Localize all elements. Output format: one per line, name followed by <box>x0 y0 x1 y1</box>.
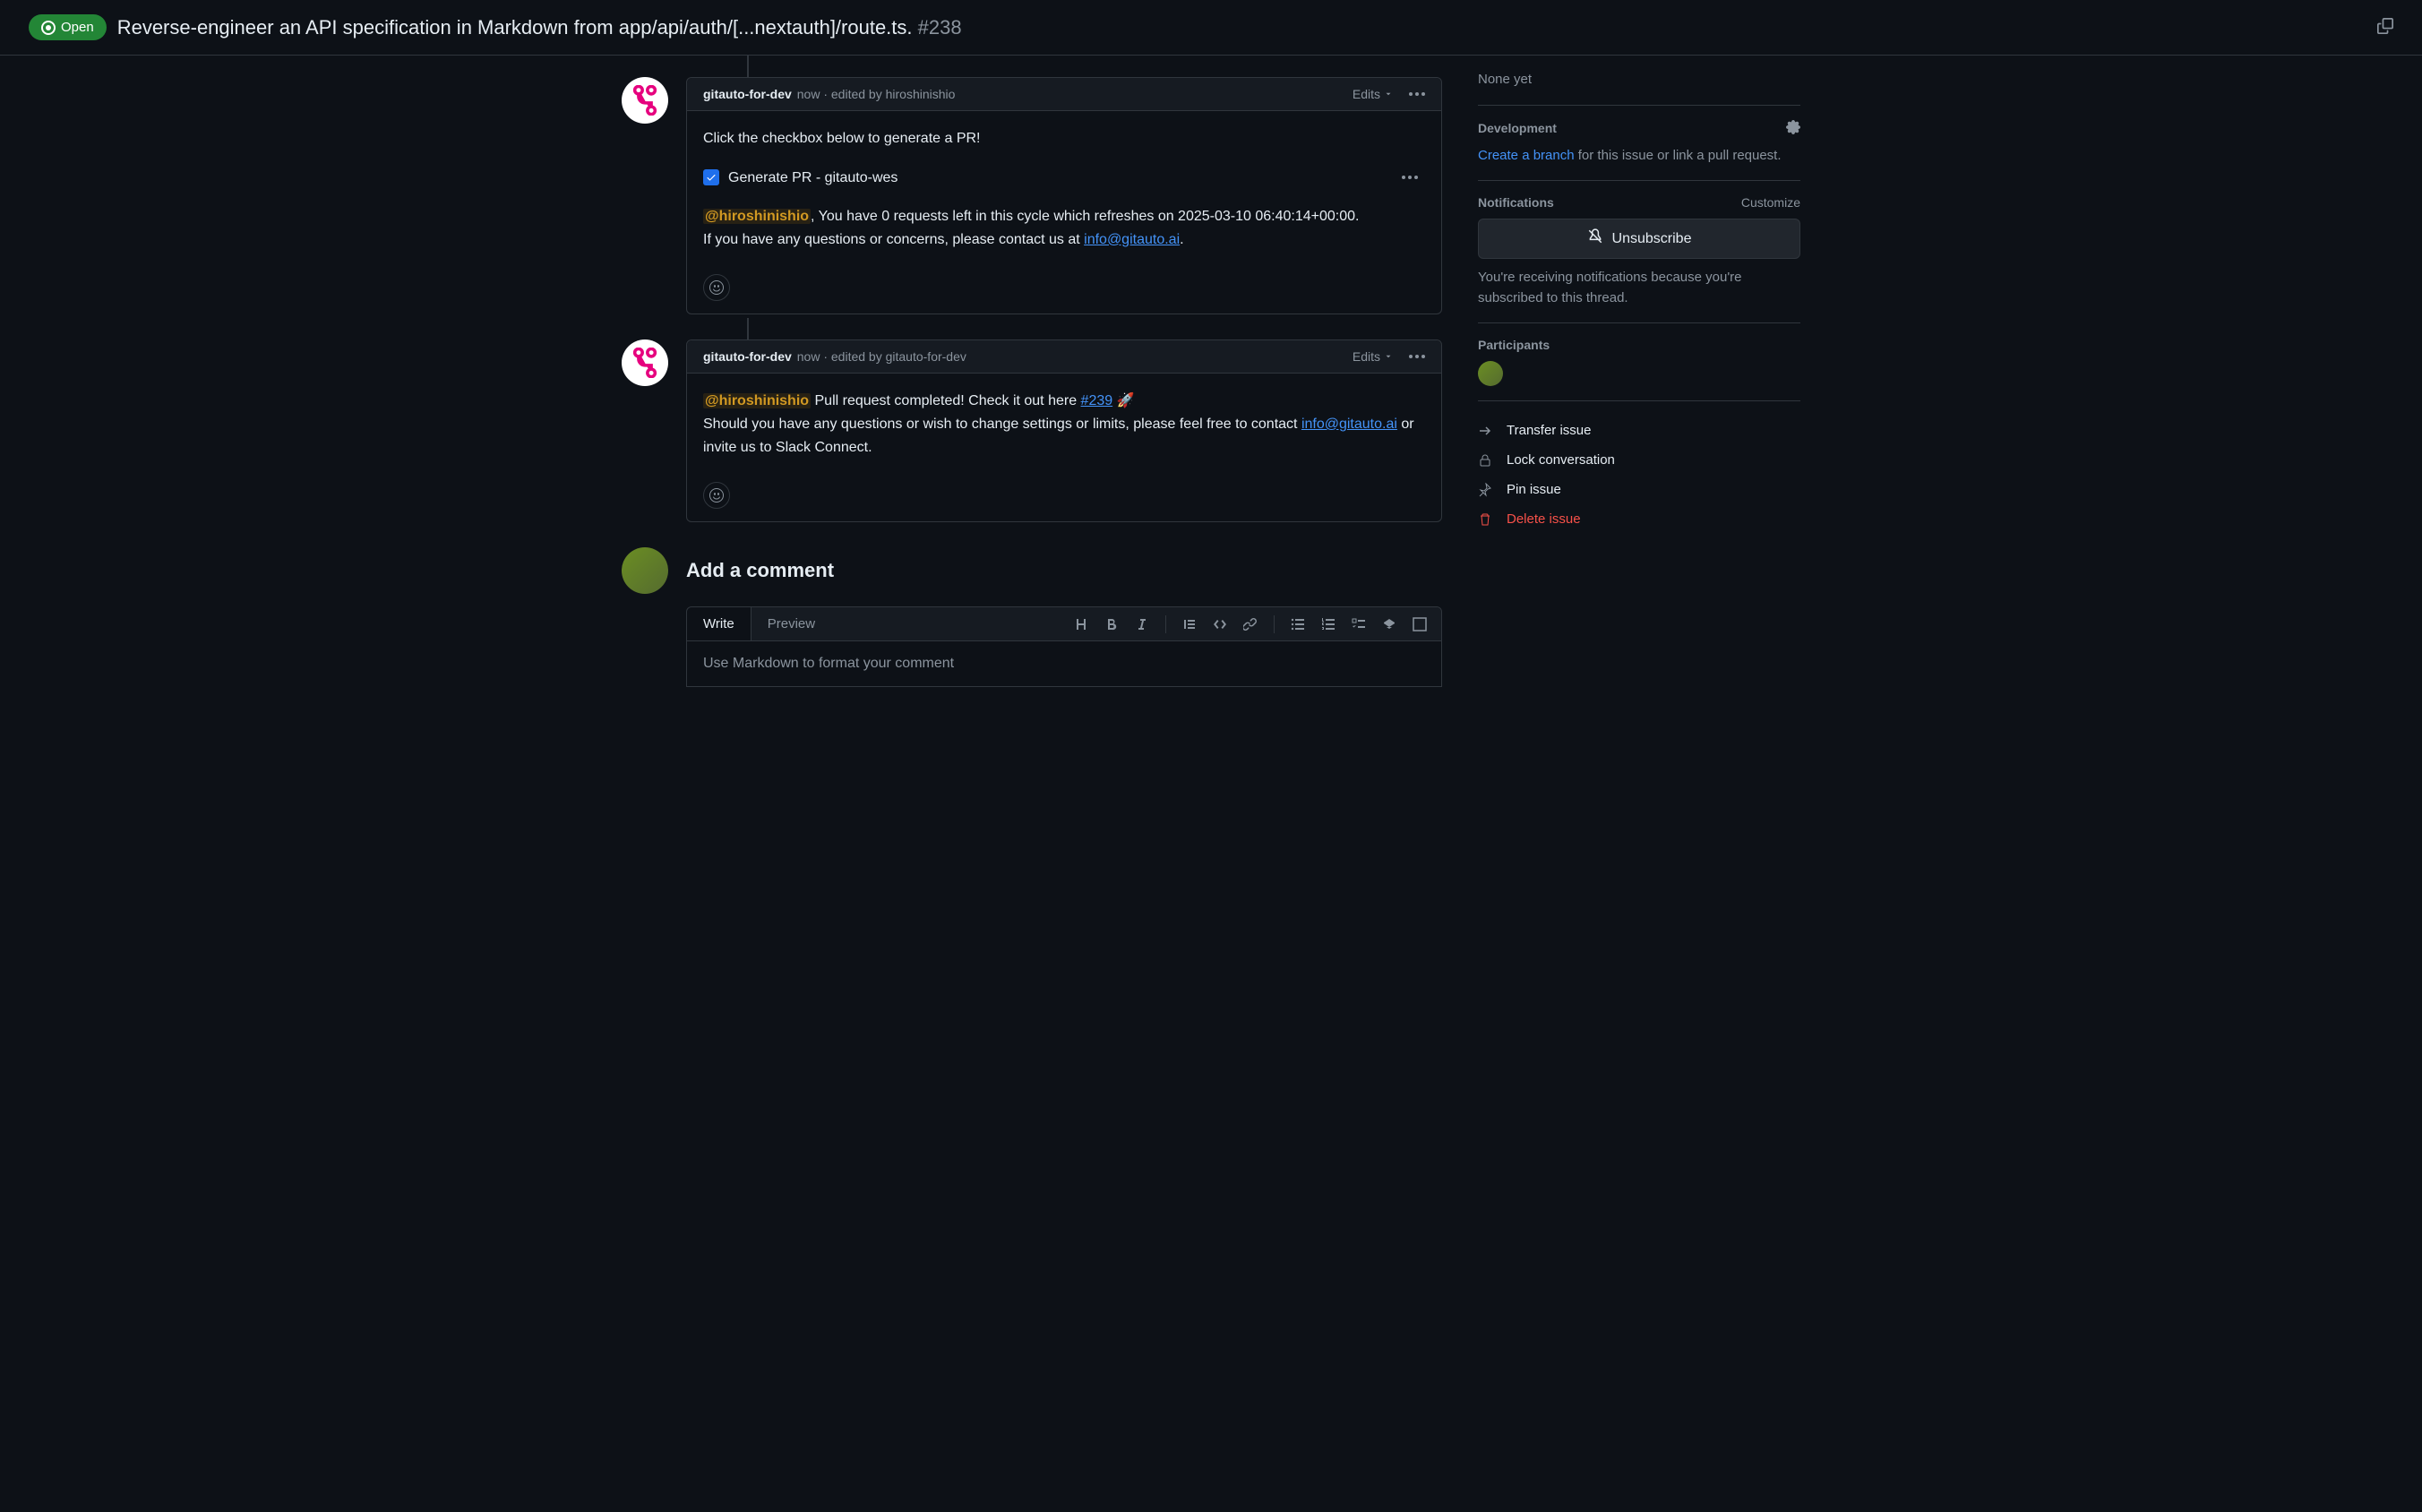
gear-icon[interactable] <box>1786 120 1800 137</box>
kebab-icon[interactable] <box>1409 355 1425 358</box>
comment-text: @hiroshinishio Pull request completed! C… <box>703 390 1425 459</box>
add-reaction-button[interactable] <box>703 274 730 301</box>
comment: gitauto-for-dev now · edited by gitauto-… <box>686 339 1442 522</box>
mention[interactable]: @hiroshinishio <box>703 393 811 408</box>
create-branch-link[interactable]: Create a branch <box>1478 148 1575 163</box>
comment: gitauto-for-dev now · edited by hiroshin… <box>686 77 1442 314</box>
avatar[interactable] <box>622 77 668 124</box>
copy-link-icon[interactable] <box>2377 18 2393 37</box>
tab-preview[interactable]: Preview <box>752 607 831 640</box>
customize-link[interactable]: Customize <box>1741 195 1800 210</box>
lock-conversation-action[interactable]: Lock conversation <box>1478 445 1800 475</box>
mention[interactable]: @hiroshinishio <box>703 209 811 224</box>
sidebar-heading-notifications: Notifications <box>1478 195 1554 210</box>
trash-icon <box>1478 512 1494 527</box>
edits-dropdown[interactable]: Edits <box>1353 87 1393 101</box>
status-label: Open <box>61 20 94 35</box>
heading-icon[interactable] <box>1074 617 1088 631</box>
code-icon[interactable] <box>1213 617 1227 631</box>
email-link[interactable]: info@gitauto.ai <box>1301 417 1397 432</box>
checkbox-checked-icon[interactable] <box>703 169 719 185</box>
fullscreen-icon[interactable] <box>1413 617 1427 631</box>
kebab-icon[interactable] <box>1402 176 1425 179</box>
add-reaction-button[interactable] <box>703 482 730 509</box>
transfer-issue-action[interactable]: Transfer issue <box>1478 416 1800 445</box>
issue-number: #238 <box>918 16 962 39</box>
ordered-list-icon[interactable] <box>1321 617 1336 631</box>
comment-textarea[interactable]: Use Markdown to format your comment <box>687 641 1441 686</box>
italic-icon[interactable] <box>1135 617 1149 631</box>
pr-link[interactable]: #239 <box>1081 393 1113 408</box>
comment-editor: Write Preview <box>686 606 1442 687</box>
pin-icon <box>1478 483 1494 497</box>
link-icon[interactable] <box>1243 617 1258 631</box>
issue-title: Reverse-engineer an API specification in… <box>117 16 962 39</box>
avatar[interactable] <box>622 547 668 594</box>
avatar[interactable] <box>622 339 668 386</box>
sidebar-none-yet: None yet <box>1478 70 1800 90</box>
sidebar-heading-development: Development <box>1478 121 1557 135</box>
kebab-icon[interactable] <box>1409 92 1425 96</box>
comment-text: @hiroshinishio, You have 0 requests left… <box>703 205 1425 251</box>
open-status-icon <box>41 21 56 35</box>
comment-meta: now · edited by gitauto-for-dev <box>797 349 966 364</box>
tab-write[interactable]: Write <box>687 607 752 640</box>
pin-issue-action[interactable]: Pin issue <box>1478 475 1800 504</box>
bell-slash-icon <box>1587 228 1603 249</box>
task-list-icon[interactable] <box>1352 617 1366 631</box>
add-comment-heading: Add a comment <box>686 559 834 582</box>
edits-dropdown[interactable]: Edits <box>1353 349 1393 364</box>
notification-text: You're receiving notifications because y… <box>1478 268 1800 308</box>
task-item: Generate PR - gitauto-wes <box>703 163 1425 193</box>
lock-icon <box>1478 453 1494 468</box>
comment-text: Click the checkbox below to generate a P… <box>703 127 1425 150</box>
delete-issue-action[interactable]: Delete issue <box>1478 504 1800 534</box>
arrow-right-icon <box>1478 424 1494 438</box>
task-label: Generate PR - gitauto-wes <box>728 167 898 190</box>
status-badge: Open <box>29 14 107 40</box>
unsubscribe-button[interactable]: Unsubscribe <box>1478 219 1800 259</box>
quote-icon[interactable] <box>1182 617 1197 631</box>
unordered-list-icon[interactable] <box>1291 617 1305 631</box>
comment-author[interactable]: gitauto-for-dev <box>703 349 792 364</box>
email-link[interactable]: info@gitauto.ai <box>1084 232 1180 247</box>
sidebar-heading-participants: Participants <box>1478 338 1550 352</box>
comment-author[interactable]: gitauto-for-dev <box>703 87 792 101</box>
bold-icon[interactable] <box>1104 617 1119 631</box>
comment-meta: now · edited by hiroshinishio <box>797 87 956 101</box>
participant-avatar[interactable] <box>1478 361 1503 386</box>
mention-icon[interactable] <box>1382 617 1396 631</box>
